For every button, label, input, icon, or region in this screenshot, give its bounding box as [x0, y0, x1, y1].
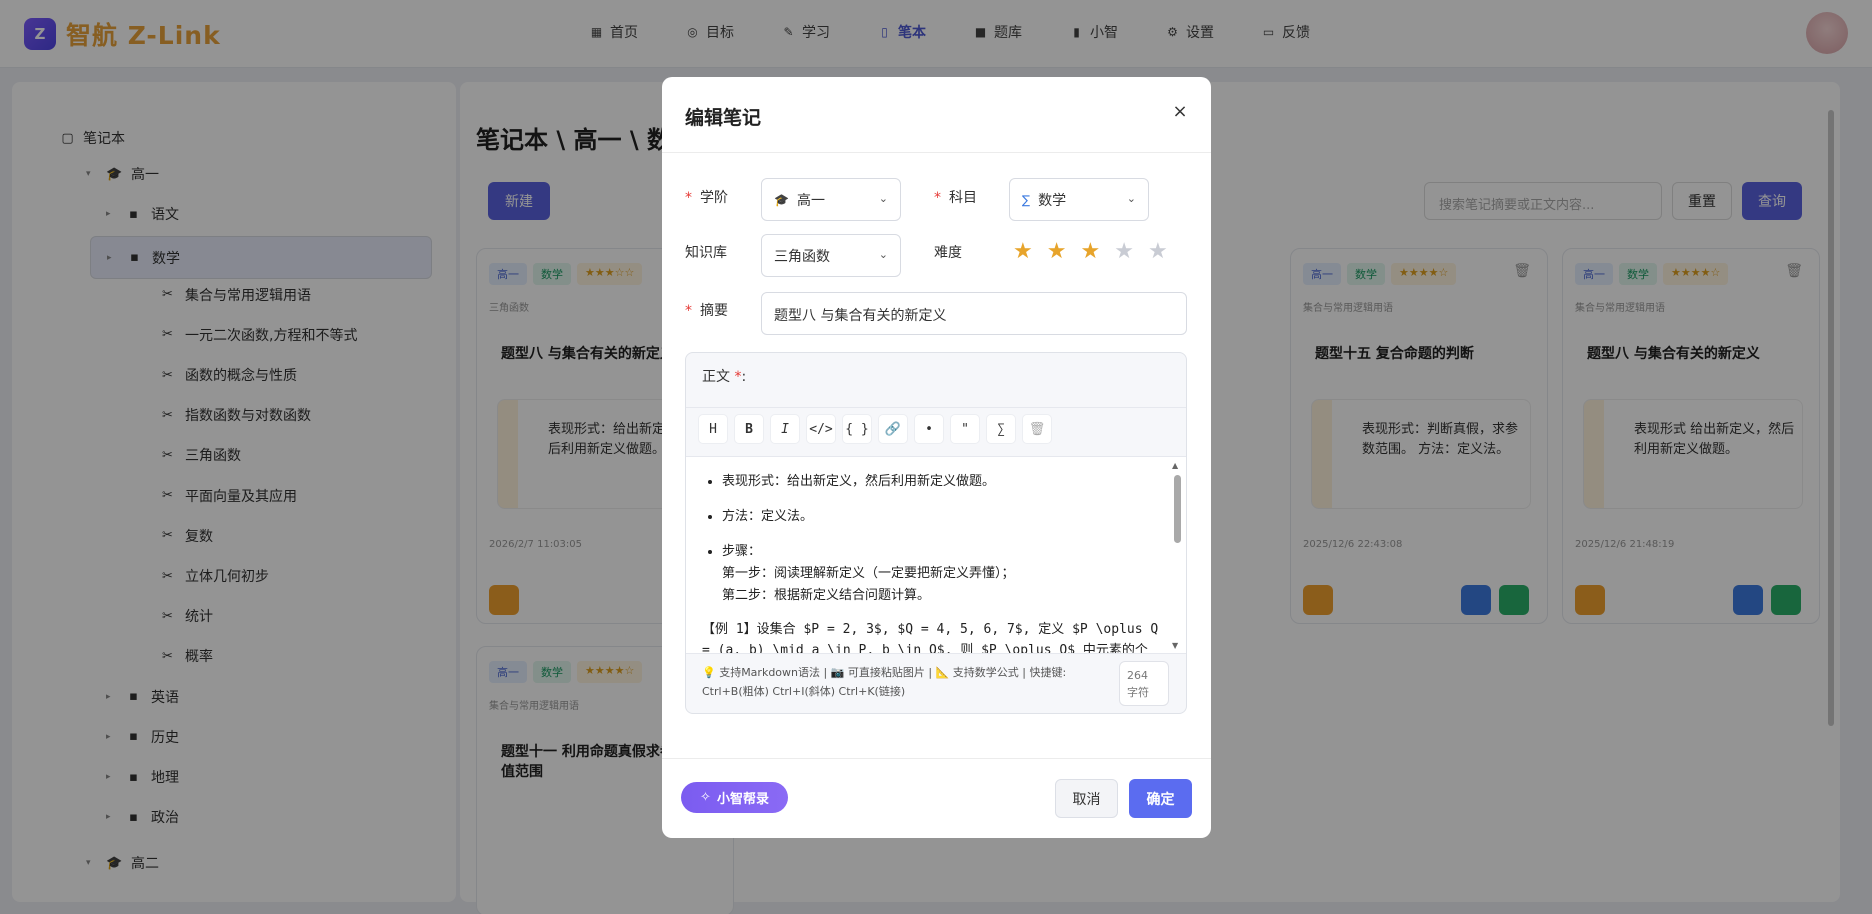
body-label-colon: : — [741, 369, 747, 385]
code-button[interactable]: </> — [806, 414, 836, 444]
list-item: 表现形式：给出新定义，然后利用新定义做题。 — [722, 471, 1015, 493]
formula-button[interactable]: ∑ — [986, 414, 1016, 444]
sparkle-icon: ✧ — [700, 790, 711, 805]
divider — [662, 758, 1211, 759]
math-icon: ∑ — [1022, 192, 1031, 207]
body-label: 正文 *: — [702, 369, 747, 385]
char-count-number: 264 — [1127, 669, 1148, 682]
ai-assist-button[interactable]: ✧ 小智帮录 — [681, 782, 788, 813]
cancel-button[interactable]: 取消 — [1055, 779, 1118, 818]
quote-button[interactable]: " — [950, 414, 980, 444]
editor-hint: 💡 支持Markdown语法 | 📷 可直接粘贴图片 | 📐 支持数学公式 | … — [702, 666, 1067, 698]
char-count-unit: 字符 — [1127, 686, 1149, 699]
stage-label: * 学阶 — [685, 190, 728, 206]
subject-label: * 科目 — [934, 190, 977, 206]
star-icon[interactable]: ★ — [1047, 241, 1067, 263]
example-text: 【例 1】设集合 $P = 2, 3$, $Q = 4, 5, 6, 7$, 定… — [702, 622, 1159, 654]
subject-value: 数学 — [1038, 192, 1067, 209]
divider — [662, 152, 1211, 153]
subject-select[interactable]: ∑ 数学 ⌄ — [1009, 178, 1149, 221]
editor-scrollbar[interactable]: ▲ ▼ — [1172, 461, 1182, 651]
chevron-down-icon: ⌄ — [878, 192, 888, 205]
content-list: 表现形式：给出新定义，然后利用新定义做题。 方法：定义法。 步骤： 第一步：阅读理… — [722, 471, 1015, 620]
stage-select[interactable]: 🎓 高一 ⌄ — [761, 178, 901, 221]
scroll-down-icon[interactable]: ▼ — [1172, 641, 1178, 650]
stage-value: 高一 — [796, 192, 825, 209]
char-count: 264 字符 — [1119, 661, 1169, 706]
step-1: 第一步：阅读理解新定义（一定要把新定义弄懂）； — [722, 566, 1015, 581]
star-icon[interactable]: ★ — [1080, 241, 1100, 263]
summary-label-text: 摘要 — [700, 303, 728, 319]
star-icon[interactable]: ★ — [1148, 241, 1168, 263]
close-icon[interactable]: × — [1166, 97, 1194, 125]
stage-label-text: 学阶 — [700, 190, 728, 206]
list-item: 方法：定义法。 — [722, 506, 1015, 528]
trash-icon[interactable]: 🗑 — [1022, 414, 1052, 444]
chevron-down-icon: ⌄ — [1126, 192, 1136, 205]
bold-button[interactable]: B — [734, 414, 764, 444]
dialog-title: 编辑笔记 — [685, 107, 762, 129]
kb-label: 知识库 — [685, 245, 727, 261]
summary-label: * 摘要 — [685, 303, 728, 319]
editor-toolbar: H B I </>{ } 🔗 • " ∑ 🗑 — [686, 407, 1186, 449]
code-block-button[interactable]: { } — [842, 414, 872, 444]
confirm-button[interactable]: 确定 — [1129, 779, 1192, 818]
markdown-editor: 正文 *: HBI</>{ }🔗•"∑🗑 表现形式：给出新定义，然后利用新定义做… — [685, 352, 1187, 714]
difficulty-label: 难度 — [934, 245, 962, 261]
bullet-list-button[interactable]: • — [914, 414, 944, 444]
chevron-down-icon: ⌄ — [878, 248, 888, 261]
scroll-up-icon[interactable]: ▲ — [1172, 461, 1178, 470]
edit-note-dialog: 编辑笔记 × * 学阶 🎓 高一 ⌄ * 科目 ∑ 数学 ⌄ 知识库 三角函数 ⌄ … — [662, 77, 1211, 838]
italic-button[interactable]: I — [770, 414, 800, 444]
list-item: 步骤： 第一步：阅读理解新定义（一定要把新定义弄懂）； 第二步：根据新定义结合问题计… — [722, 541, 1015, 607]
star-icon[interactable]: ★ — [1013, 241, 1033, 263]
step-2: 第二步：根据新定义结合问题计算。 — [722, 588, 931, 603]
body-label-text: 正文 — [702, 369, 730, 385]
summary-input[interactable]: 题型八 与集合有关的新定义 — [761, 292, 1187, 335]
heading-button[interactable]: H — [698, 414, 728, 444]
ai-assist-label: 小智帮录 — [716, 792, 769, 807]
kb-value: 三角函数 — [774, 248, 830, 265]
graduation-cap-icon: 🎓 — [774, 192, 789, 207]
subject-label-text: 科目 — [949, 190, 977, 206]
link-icon[interactable]: 🔗 — [878, 414, 908, 444]
step-title: 步骤： — [722, 544, 762, 559]
star-icon[interactable]: ★ — [1114, 241, 1134, 263]
difficulty-rating[interactable]: ★ ★ ★ ★ ★ — [1013, 241, 1168, 263]
scroll-thumb[interactable] — [1174, 475, 1181, 543]
knowledge-base-select[interactable]: 三角函数 ⌄ — [761, 234, 901, 277]
editor-content[interactable]: 表现形式：给出新定义，然后利用新定义做题。 方法：定义法。 步骤： 第一步：阅读理… — [686, 456, 1186, 654]
